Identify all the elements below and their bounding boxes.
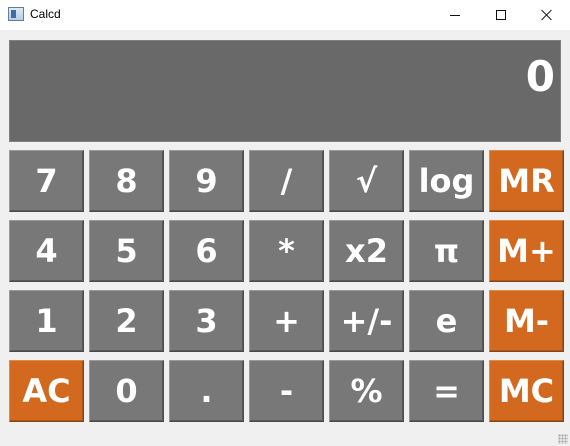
key-memory-subtract[interactable]: M- xyxy=(489,290,564,352)
display-value: 0 xyxy=(525,52,555,101)
minimize-icon xyxy=(450,14,460,16)
key-multiply[interactable]: * xyxy=(249,220,324,282)
key-memory-add[interactable]: M+ xyxy=(489,220,564,282)
key-log[interactable]: log xyxy=(409,150,484,212)
key-add[interactable]: + xyxy=(249,290,324,352)
maximize-button[interactable] xyxy=(478,0,524,30)
calculator-display: 0 xyxy=(9,40,561,142)
key-memory-recall[interactable]: MR xyxy=(489,150,564,212)
key-subtract[interactable]: - xyxy=(249,360,324,422)
key-sqrt[interactable]: √ xyxy=(329,150,404,212)
key-negate[interactable]: +/- xyxy=(329,290,404,352)
key-3[interactable]: 3 xyxy=(169,290,244,352)
key-5[interactable]: 5 xyxy=(89,220,164,282)
key-8[interactable]: 8 xyxy=(89,150,164,212)
key-6[interactable]: 6 xyxy=(169,220,244,282)
title-bar: Calcd xyxy=(0,0,570,30)
key-4[interactable]: 4 xyxy=(9,220,84,282)
key-0[interactable]: 0 xyxy=(89,360,164,422)
key-all-clear[interactable]: AC xyxy=(9,360,84,422)
maximize-icon xyxy=(496,10,506,20)
key-9[interactable]: 9 xyxy=(169,150,244,212)
minimize-button[interactable] xyxy=(432,0,478,30)
calculator-app-icon xyxy=(8,7,24,21)
key-divide[interactable]: / xyxy=(249,150,324,212)
key-equals[interactable]: = xyxy=(409,360,484,422)
window-title: Calcd xyxy=(30,7,61,21)
key-square[interactable]: x2 xyxy=(329,220,404,282)
key-memory-clear[interactable]: MC xyxy=(489,360,564,422)
key-7[interactable]: 7 xyxy=(9,150,84,212)
key-pi[interactable]: π xyxy=(409,220,484,282)
key-percent[interactable]: % xyxy=(329,360,404,422)
close-icon xyxy=(541,9,553,21)
resize-grip-icon[interactable] xyxy=(558,434,568,444)
keypad: 7 8 9/√ log MR 4 5 6 * x2 π M+ 1 2 3 + +/- e M- AC 0. -% = MC xyxy=(9,150,564,422)
key-e[interactable]: e xyxy=(409,290,484,352)
close-button[interactable] xyxy=(524,0,570,30)
key-decimal[interactable]: . xyxy=(169,360,244,422)
key-2[interactable]: 2 xyxy=(89,290,164,352)
key-1[interactable]: 1 xyxy=(9,290,84,352)
